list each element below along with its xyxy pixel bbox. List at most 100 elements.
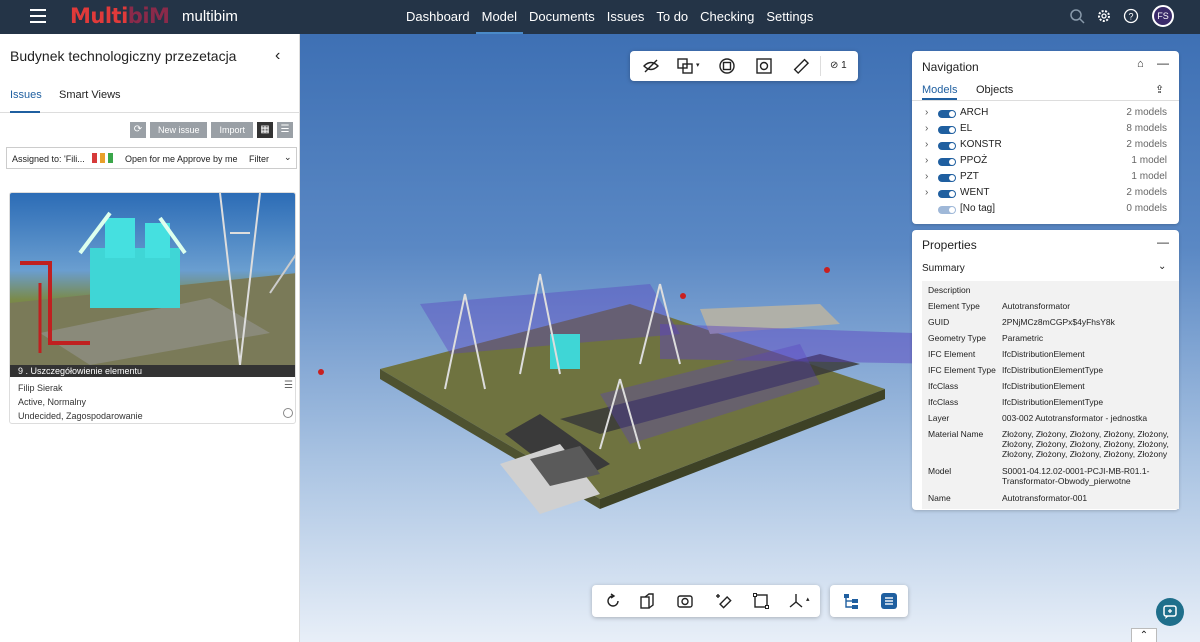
issue-menu-icon[interactable]: ☰ <box>284 380 293 391</box>
layers-dropdown-icon[interactable]: ▾ <box>696 61 700 69</box>
nav-checking[interactable]: Checking <box>694 0 760 34</box>
property-key: IfcClass <box>928 381 959 391</box>
tab-smart-views[interactable]: Smart Views <box>59 88 121 113</box>
filter-dropdown[interactable]: Filter <box>249 154 269 164</box>
chat-fab[interactable] <box>1156 598 1184 626</box>
model-count: 1 model <box>1131 171 1167 182</box>
new-issue-button[interactable]: New issue <box>149 122 208 138</box>
properties-panel: Properties — Summary ⌄ Description Eleme… <box>912 230 1179 510</box>
model-toggle[interactable] <box>938 174 956 182</box>
property-key: Layer <box>928 413 950 423</box>
camera-icon[interactable] <box>676 592 694 610</box>
tab-models[interactable]: Models <box>922 84 958 100</box>
model-row-el[interactable]: › EL 8 models <box>912 122 1179 138</box>
main-nav: Dashboard Model Documents Issues To do C… <box>400 0 819 34</box>
property-value: Autotransformator <box>1002 301 1071 311</box>
search-icon[interactable] <box>1069 8 1085 24</box>
hide-icon[interactable] <box>642 57 660 75</box>
selection-count[interactable]: ⊘ 1 <box>830 60 847 71</box>
open-for-me-filter[interactable]: Open for me <box>125 154 175 164</box>
chevron-right-icon[interactable]: › <box>925 123 928 134</box>
tag-icon[interactable]: ⌂ <box>1137 58 1144 70</box>
summary-section[interactable]: Summary <box>922 263 965 274</box>
model-count: 2 models <box>1126 107 1167 118</box>
nav-issues[interactable]: Issues <box>601 0 651 34</box>
grid-view-icon[interactable]: ▦ <box>257 122 273 138</box>
red-flag-icon[interactable] <box>92 153 97 163</box>
scroll-up-button[interactable]: ⌃ <box>1131 628 1157 642</box>
app-name: multibim <box>182 8 238 25</box>
property-value: Złożony, Złożony, Złożony, Złożony, Złoż… <box>1002 429 1169 459</box>
model-toggle[interactable] <box>938 126 956 134</box>
refresh-icon[interactable]: ⟳ <box>129 122 146 138</box>
model-row-went[interactable]: › WENT 2 models <box>912 186 1179 202</box>
tab-issues[interactable]: Issues <box>10 88 42 113</box>
import-button[interactable]: Import <box>211 122 253 138</box>
nav-dashboard[interactable]: Dashboard <box>400 0 476 34</box>
model-name: KONSTR <box>960 139 1002 150</box>
issue-radio[interactable] <box>283 408 293 418</box>
model-row-ppoz[interactable]: › PPOŻ 1 model <box>912 154 1179 170</box>
list-icon[interactable] <box>880 592 898 610</box>
property-value: Autotransformator-001 <box>1002 493 1088 503</box>
orange-flag-icon[interactable] <box>100 153 105 163</box>
chevron-right-icon[interactable]: › <box>925 187 928 198</box>
model-toggle[interactable] <box>938 110 956 118</box>
menu-icon[interactable] <box>30 9 46 23</box>
avatar[interactable]: FS <box>1152 5 1174 27</box>
annotate-icon[interactable] <box>714 592 732 610</box>
model-row-konstr[interactable]: › KONSTR 2 models <box>912 138 1179 154</box>
model-toggle[interactable] <box>938 206 956 214</box>
model-toggle[interactable] <box>938 142 956 150</box>
axis-dropdown-icon[interactable]: ▴ <box>806 595 810 603</box>
help-icon[interactable]: ? <box>1123 8 1139 24</box>
chevron-right-icon[interactable]: › <box>925 155 928 166</box>
panel-toggle-toolbar <box>830 585 908 617</box>
nav-todo[interactable]: To do <box>650 0 694 34</box>
model-toggle[interactable] <box>938 158 956 166</box>
chevron-right-icon[interactable]: › <box>925 107 928 118</box>
measure-icon[interactable] <box>792 57 810 75</box>
export-icon[interactable]: ⇪ <box>1155 83 1164 96</box>
axis-icon[interactable] <box>787 592 805 610</box>
issue-card[interactable]: 9 . Uszczegółowienie elementu Filip Sier… <box>9 192 296 424</box>
fit-icon[interactable] <box>755 57 773 75</box>
isolate-icon[interactable] <box>718 57 736 75</box>
logo[interactable]: MultibiM <box>70 4 170 28</box>
rotate-icon[interactable] <box>604 592 622 610</box>
top-toolbar: ▾ ⊘ 1 <box>630 51 858 81</box>
frame-icon[interactable] <box>752 592 770 610</box>
model-toggle[interactable] <box>938 190 956 198</box>
nav-model[interactable]: Model <box>475 0 524 34</box>
property-key: IfcClass <box>928 397 959 407</box>
chevron-down-icon[interactable]: ⌄ <box>284 152 292 163</box>
assigned-filter[interactable]: Assigned to: 'Fili... <box>12 154 85 164</box>
list-view-icon[interactable]: ☰ <box>277 122 293 138</box>
nav-documents[interactable]: Documents <box>523 0 601 34</box>
chevron-right-icon[interactable]: › <box>925 139 928 150</box>
minimize-icon[interactable]: — <box>1157 235 1169 249</box>
nav-settings[interactable]: Settings <box>760 0 819 34</box>
model-name: PPOŻ <box>960 155 988 166</box>
property-value: Parametric <box>1002 333 1044 343</box>
gear-icon[interactable] <box>1096 8 1112 24</box>
tab-objects[interactable]: Objects <box>976 84 1013 100</box>
summary-body: Description Element Type Autotransformato… <box>922 281 1179 509</box>
model-row-no-tag[interactable]: [No tag] 0 models <box>912 202 1179 218</box>
property-value: IfcDistributionElement <box>1002 381 1085 391</box>
model-row-pzt[interactable]: › PZT 1 model <box>912 170 1179 186</box>
approve-by-me-filter[interactable]: Approve by me <box>177 154 238 164</box>
chevron-right-icon[interactable]: › <box>925 171 928 182</box>
tree-icon[interactable] <box>842 592 860 610</box>
property-key: Name <box>928 493 951 503</box>
layers-icon[interactable] <box>676 57 694 75</box>
chevron-down-icon[interactable]: ⌄ <box>1158 261 1166 272</box>
minimize-icon[interactable]: — <box>1157 56 1169 70</box>
model-row-arch[interactable]: › ARCH 2 models <box>912 106 1179 122</box>
model-count: 0 models <box>1126 203 1167 214</box>
green-flag-icon[interactable] <box>108 153 113 163</box>
collapse-panel-icon[interactable]: ‹ <box>275 47 280 65</box>
bottom-toolbar: ▴ <box>592 585 820 617</box>
property-key: Description <box>928 285 971 295</box>
section-icon[interactable] <box>638 592 656 610</box>
